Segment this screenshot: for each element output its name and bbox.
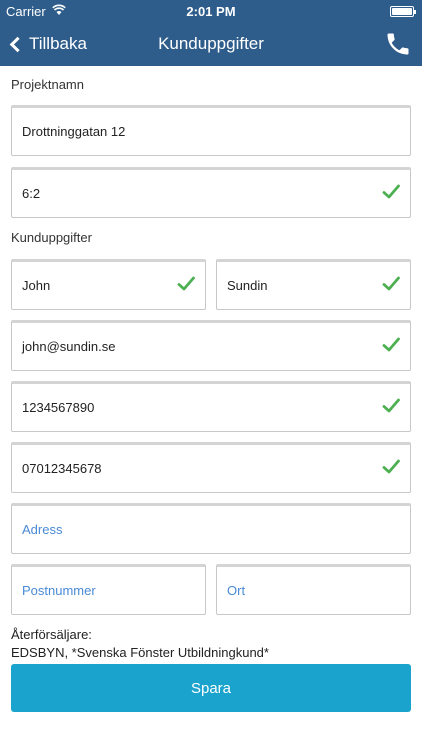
project-number-value: 6:2 bbox=[22, 186, 41, 201]
status-bar: Carrier 2:01 PM bbox=[0, 0, 422, 22]
check-icon bbox=[382, 337, 400, 352]
battery-icon bbox=[390, 6, 416, 17]
check-icon bbox=[382, 276, 400, 291]
city-placeholder: Ort bbox=[227, 583, 246, 598]
project-section-label: Projektnamn bbox=[11, 77, 84, 92]
address-placeholder: Adress bbox=[22, 522, 63, 537]
postal-code-field[interactable]: Postnummer bbox=[11, 564, 206, 615]
save-button[interactable]: Spara bbox=[11, 664, 411, 712]
last-name-value: Sundin bbox=[227, 278, 268, 293]
dealer-label: Återförsäljare: bbox=[11, 627, 92, 642]
postal-code-placeholder: Postnummer bbox=[22, 583, 96, 598]
phone-field[interactable]: 1234567890 bbox=[11, 381, 411, 432]
customer-section-label: Kunduppgifter bbox=[11, 230, 92, 245]
check-icon bbox=[382, 398, 400, 413]
check-icon bbox=[382, 184, 400, 199]
email-value: john@sundin.se bbox=[22, 339, 116, 354]
check-icon bbox=[382, 459, 400, 474]
city-field[interactable]: Ort bbox=[216, 564, 411, 615]
dealer-info: Återförsäljare: EDSBYN, *Svenska Fönster… bbox=[11, 626, 269, 662]
address-field[interactable]: Adress bbox=[11, 503, 411, 554]
dealer-value: EDSBYN, *Svenska Fönster Utbildningkund* bbox=[11, 645, 269, 660]
nav-bar: Tillbaka Kunduppgifter bbox=[0, 22, 422, 66]
page-title: Kunduppgifter bbox=[158, 34, 264, 53]
phone-value: 1234567890 bbox=[22, 400, 95, 415]
check-icon bbox=[177, 276, 195, 291]
project-number-field[interactable]: 6:2 bbox=[11, 167, 411, 218]
mobile-value: 07012345678 bbox=[22, 461, 102, 476]
save-button-label: Spara bbox=[190, 679, 232, 697]
first-name-field[interactable]: John bbox=[11, 259, 206, 310]
phone-icon[interactable] bbox=[384, 30, 412, 58]
project-name-field[interactable]: Drottninggatan 12 bbox=[11, 105, 411, 156]
first-name-value: John bbox=[22, 278, 51, 293]
status-time: 2:01 PM bbox=[186, 4, 236, 19]
email-field[interactable]: john@sundin.se bbox=[11, 320, 411, 371]
project-name-value: Drottninggatan 12 bbox=[22, 124, 126, 139]
last-name-field[interactable]: Sundin bbox=[216, 259, 411, 310]
mobile-field[interactable]: 07012345678 bbox=[11, 442, 411, 493]
